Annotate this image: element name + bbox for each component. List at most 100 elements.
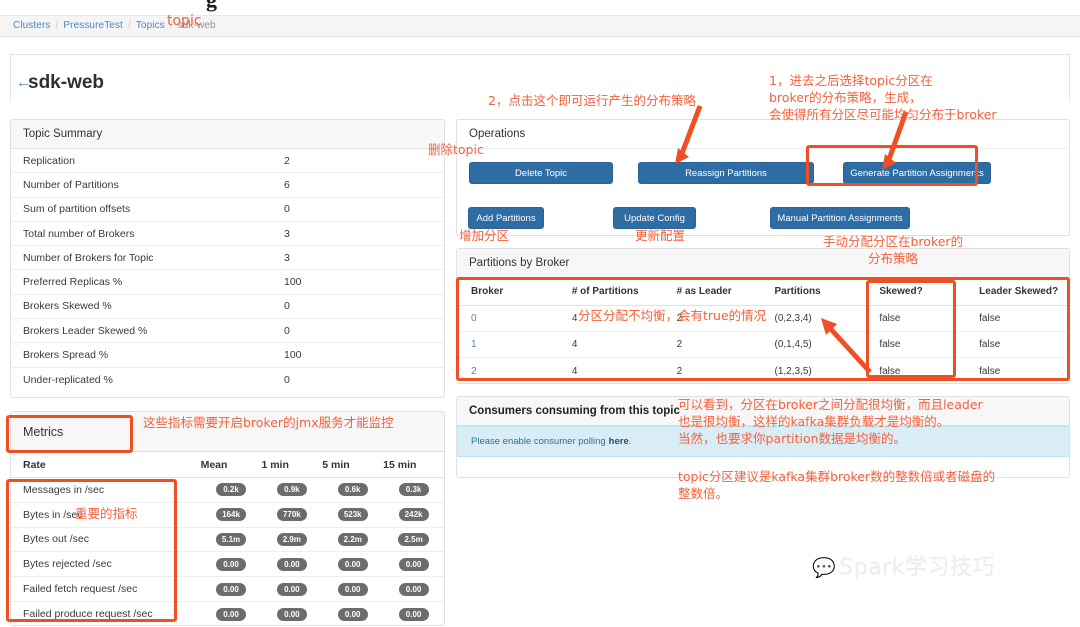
broker-id-link[interactable]: 2 xyxy=(457,366,572,377)
metric-badge: 0.9k xyxy=(276,483,307,497)
metric-badge: 0.00 xyxy=(276,557,307,571)
alert-link-here[interactable]: here xyxy=(609,436,629,447)
metric-badge: 0.00 xyxy=(276,582,307,596)
row-value: 0 xyxy=(284,203,290,216)
metric-value: 0.00 xyxy=(261,582,322,596)
add-partitions-button[interactable]: Add Partitions xyxy=(468,207,544,229)
metrics-header-row: Rate Mean 1 min 5 min 15 min xyxy=(11,452,444,478)
consumer-polling-alert: Please enable consumer polling here. xyxy=(457,426,1069,457)
column-header-rate: Rate xyxy=(23,458,46,471)
metric-value: 5.1m xyxy=(201,532,262,546)
row-value: 100 xyxy=(284,276,302,289)
breadcrumb-item-clusters[interactable]: Clusters xyxy=(13,20,50,31)
breadcrumb-separator: / xyxy=(55,20,59,31)
leader-skewed-cell: false xyxy=(979,339,1001,350)
broker-id-link[interactable]: 0 xyxy=(457,313,572,324)
wechat-icon: 💬 xyxy=(812,557,837,579)
partitions-by-broker-title: Partitions by Broker xyxy=(457,249,1069,278)
table-row: Failed produce request /sec 0.00 0.00 0.00 0… xyxy=(11,602,444,627)
metric-badge: 0.00 xyxy=(398,607,429,621)
partitions-cell: (1,2,3,5) xyxy=(774,365,812,377)
row-key: Replication xyxy=(23,154,75,167)
row-value: 0 xyxy=(284,373,290,386)
metric-badge: 242k xyxy=(398,508,429,522)
broker-id-link[interactable]: 1 xyxy=(457,339,572,350)
topic-summary-title: Topic Summary xyxy=(11,120,444,149)
consumers-title: Consumers consuming from this topic xyxy=(457,397,1069,426)
watermark-text: Spark学习技巧 xyxy=(839,555,995,580)
metric-value: 2.9m xyxy=(261,532,322,546)
metric-value: 0.00 xyxy=(383,582,444,596)
metric-value: 164k xyxy=(201,508,262,522)
row-key: Number of Brokers for Topic xyxy=(23,251,154,264)
table-row: Bytes rejected /sec 0.00 0.00 0.00 0.00 xyxy=(11,552,444,578)
table-row: Bytes in /sec 164k 770k 523k 242k xyxy=(11,503,444,528)
metric-name: Bytes rejected /sec xyxy=(23,558,112,571)
delete-topic-button[interactable]: Delete Topic xyxy=(469,162,613,184)
partitions-cell: (0,1,4,5) xyxy=(774,339,812,350)
column-header-num-partitions: # of Partitions xyxy=(571,286,639,297)
skewed-cell: false xyxy=(879,339,901,350)
metric-badge: 5.1m xyxy=(215,532,247,546)
metric-value: 0.9k xyxy=(261,483,322,497)
metric-badge: 2.9m xyxy=(276,532,307,546)
table-row: Brokers Skewed % 0 xyxy=(11,295,444,320)
metric-value: 0.3k xyxy=(383,483,444,497)
cropped-glyph: g xyxy=(206,0,217,13)
table-row: 1 4 2 (0,1,4,5) false false xyxy=(457,332,1069,358)
num-partitions-cell: 4 xyxy=(571,313,578,324)
breadcrumb-item-topics[interactable]: Topics xyxy=(136,20,165,31)
metric-badge: 0.00 xyxy=(337,582,368,596)
row-value: 0 xyxy=(284,324,290,337)
metric-value: 0.00 xyxy=(322,557,383,571)
num-leader-cell: 2 xyxy=(676,339,683,350)
breadcrumb-item-pressuretest[interactable]: PressureTest xyxy=(63,20,123,31)
page-title: sdk-web xyxy=(28,72,105,93)
metric-badge: 770k xyxy=(276,508,307,522)
metric-badge: 2.2m xyxy=(337,532,368,546)
row-key: Total number of Brokers xyxy=(23,227,135,240)
row-value: 100 xyxy=(284,349,302,362)
alert-suffix: . xyxy=(628,436,632,447)
table-row: 0 4 2 (0,2,3,4) false false xyxy=(457,306,1069,332)
metric-name: Bytes in /sec xyxy=(23,508,83,521)
table-row: Preferred Replicas % 100 xyxy=(11,270,444,295)
metric-badge: 0.00 xyxy=(398,557,429,571)
metric-value: 2.2m xyxy=(322,532,383,546)
annotation-advice-line2: 整数倍。 xyxy=(678,486,729,501)
metric-badge: 0.6k xyxy=(337,483,368,497)
metric-badge: 0.00 xyxy=(337,557,368,571)
operations-title: Operations xyxy=(457,120,1069,149)
row-key: Preferred Replicas % xyxy=(23,276,123,289)
metric-value: 0.6k xyxy=(322,483,383,497)
metric-value: 0.00 xyxy=(201,607,262,621)
reassign-partitions-button[interactable]: Reassign Partitions xyxy=(638,162,814,184)
skewed-cell: false xyxy=(879,313,901,324)
metric-value: 0.00 xyxy=(322,607,383,621)
column-header-leader-skewed: Leader Skewed? xyxy=(979,286,1059,297)
generate-partition-assignments-button[interactable]: Generate Partition Assignments xyxy=(843,162,991,184)
operations-secondary-panel: Add Partitions Update Config Manual Part… xyxy=(456,200,1070,236)
alert-text: Please enable consumer polling xyxy=(471,436,606,447)
update-config-button[interactable]: Update Config xyxy=(613,207,696,229)
breadcrumb-current: sdk-web xyxy=(177,20,216,31)
manual-partition-assignments-button[interactable]: Manual Partition Assignments xyxy=(770,207,910,229)
metric-badge: 0.00 xyxy=(337,607,368,621)
partitions-cell: (0,2,3,4) xyxy=(774,313,812,324)
row-key: Under-replicated % xyxy=(23,373,113,386)
partitions-by-broker-panel: Partitions by Broker Broker # of Partiti… xyxy=(456,248,1070,384)
table-row: Brokers Spread % 100 xyxy=(11,343,444,368)
num-partitions-cell: 4 xyxy=(571,339,578,350)
column-header-broker: Broker xyxy=(471,286,504,297)
table-row: Number of Brokers for Topic 3 xyxy=(11,246,444,271)
num-partitions-cell: 4 xyxy=(571,365,578,377)
metric-name: Messages in /sec xyxy=(23,483,105,496)
partitions-header-row: Broker # of Partitions # as Leader Parti… xyxy=(457,278,1069,306)
metric-badge: 164k xyxy=(216,508,246,522)
skewed-cell: false xyxy=(879,365,901,377)
metric-value: 0.00 xyxy=(383,607,444,621)
num-leader-cell: 2 xyxy=(676,365,683,377)
column-header-1min: 1 min xyxy=(261,458,289,471)
row-key: Brokers Skewed % xyxy=(23,300,112,313)
consumers-panel: Consumers consuming from this topic Plea… xyxy=(456,396,1070,478)
